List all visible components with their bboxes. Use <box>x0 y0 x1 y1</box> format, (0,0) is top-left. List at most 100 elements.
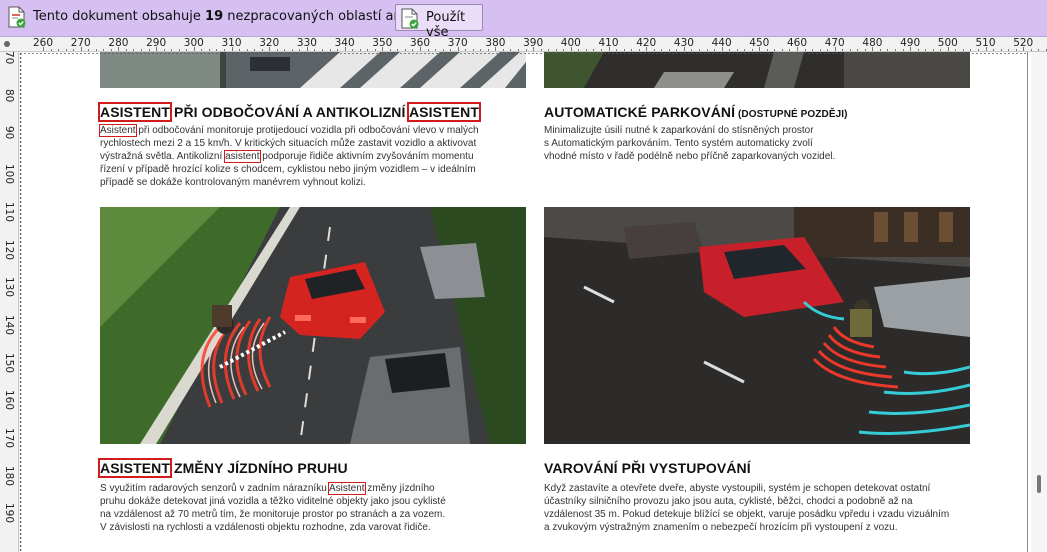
ruler-tick-mark <box>110 49 112 51</box>
parking-photo-top-right <box>544 52 970 88</box>
ruler-tick-mark <box>578 49 580 51</box>
ruler-tick-mark <box>857 49 859 51</box>
heading-auto-parking: AUTOMATICKÉ PARKOVÁNÍ (DOSTUPNÉ POZDĚJI) <box>544 104 848 120</box>
ruler-tick-mark <box>879 49 881 51</box>
paragraph-line: vzdálenost 35 m. Pokud detekuje blížící … <box>544 509 950 520</box>
paragraph-line: a zvukovým výstražným znamením o nebezpe… <box>544 522 898 533</box>
ruler-tick-label: 80 <box>3 88 15 103</box>
redaction-area[interactable]: Asistent <box>99 124 137 137</box>
ruler-tick-mark <box>925 49 927 51</box>
ruler-tick-mark <box>495 47 497 51</box>
vertical-scrollbar[interactable] <box>1031 52 1047 552</box>
ruler-tick-mark <box>902 49 904 51</box>
ruler-tick-mark <box>774 49 776 51</box>
ruler-tick-mark <box>864 49 866 51</box>
anonymization-infobar: Tento dokument obsahuje 19 nezpracovanýc… <box>0 0 1047 40</box>
ruler-tick-label: 190 <box>3 503 15 524</box>
ruler-tick-mark <box>721 47 723 51</box>
heading-text: AUTOMATICKÉ PARKOVÁNÍ <box>544 104 736 120</box>
ruler-tick-mark <box>510 49 512 51</box>
infobar-message-start: Tento dokument obsahuje <box>33 9 206 24</box>
ruler-tick-mark <box>103 49 105 51</box>
ruler-tick-label: 120 <box>3 239 15 260</box>
ruler-tick-mark <box>661 49 663 51</box>
paragraph-line: Asistent při odbočování monitoruje proti… <box>99 124 479 137</box>
ruler-tick-label: 100 <box>3 164 15 185</box>
ruler-tick-mark <box>940 49 942 51</box>
ruler-tick-mark <box>457 47 459 51</box>
ruler-tick-mark <box>178 49 180 51</box>
ruler-tick-mark <box>563 49 565 51</box>
ruler-tick-mark <box>442 49 444 51</box>
ruler-tick-mark <box>80 47 82 51</box>
ruler-tick-mark <box>465 49 467 51</box>
ruler-tick-mark <box>600 49 602 51</box>
paragraph-line: Minimalizujte úsilí nutné k zaparkování … <box>544 125 814 136</box>
ruler-tick-mark <box>623 49 625 51</box>
ruler-tick-mark <box>518 49 520 51</box>
heading-text: ZMĚNY JÍZDNÍHO PRUHU <box>170 460 348 476</box>
exit-warning-photo <box>544 207 970 444</box>
ruler-tick-mark <box>43 47 44 51</box>
document-check-icon <box>8 6 26 28</box>
ruler-tick-mark <box>1038 49 1040 51</box>
heading-lane-change: ASISTENT ZMĚNY JÍZDNÍHO PRUHU <box>97 458 348 478</box>
ruler-tick-mark <box>955 49 957 51</box>
scrollbar-thumb[interactable] <box>1037 475 1041 493</box>
ruler-tick-mark <box>646 47 648 51</box>
ruler-tick-mark <box>947 47 949 51</box>
ruler-tick-mark <box>1023 47 1025 51</box>
ruler-tick-mark <box>1000 49 1002 51</box>
line-text: výstražná světla. Antikolizní <box>100 151 226 162</box>
ruler-tick-label: 110 <box>3 201 15 222</box>
line-text: podporuje řidiče aktivním zvyšováním mom… <box>259 151 474 162</box>
ruler-tick-mark <box>736 49 738 51</box>
ruler-tick-mark <box>985 47 987 51</box>
apply-all-button[interactable]: Použít vše <box>395 4 483 40</box>
paragraph-turn-assist: Asistent při odbočování monitoruje proti… <box>99 124 479 189</box>
ruler-tick-mark <box>65 49 67 51</box>
ruler-tick-mark <box>186 49 188 51</box>
ruler-tick-mark <box>118 47 120 51</box>
ruler-tick-mark <box>631 49 633 51</box>
ruler-tick-label: 90 <box>3 126 15 140</box>
ruler-tick-mark <box>834 47 836 51</box>
paragraph-line: případě se dokáže kontrolovaným manévrem… <box>100 177 366 188</box>
ruler-tick-mark <box>887 49 889 51</box>
ruler-tick-mark <box>1030 49 1032 51</box>
ruler-tick-mark <box>284 49 286 51</box>
ruler-tick-mark <box>570 47 572 51</box>
ruler-tick-label: 70 <box>3 52 15 65</box>
redaction-area[interactable]: ASISTENT <box>97 102 173 122</box>
redaction-area[interactable]: ASISTENT <box>97 458 173 478</box>
horizontal-ruler[interactable]: 260 270 280 290 300 310 320 330 340 350 360 370 380 3… <box>0 37 1047 52</box>
ruler-tick-mark <box>397 49 399 51</box>
paragraph-line: s Automatickým parkováním. Tento systém … <box>544 138 813 149</box>
line-text: změny jízdního <box>364 483 435 494</box>
ruler-tick-mark <box>1015 49 1017 51</box>
vertical-ruler[interactable]: 70 80 90 100 110 120 130 140 150 160 170 180 190 <box>0 52 19 552</box>
ruler-tick-mark <box>744 49 746 51</box>
redaction-area[interactable]: ASISTENT <box>406 102 481 122</box>
ruler-tick-mark <box>420 47 421 51</box>
paragraph-line: S využitím radarových senzorů v zadním n… <box>100 482 446 495</box>
ruler-tick-mark <box>50 49 52 51</box>
ruler-tick-mark <box>993 49 995 51</box>
ruler-tick-mark <box>435 49 437 51</box>
ruler-tick-mark <box>329 49 331 51</box>
ruler-tick-mark <box>555 49 557 51</box>
apply-all-icon <box>401 8 419 29</box>
ruler-tick-mark <box>781 49 783 51</box>
paragraph-line: V závislosti na rychlosti a vzdálenosti … <box>100 522 431 533</box>
ruler-tick-mark <box>789 49 791 51</box>
paragraph-line: Když zastavíte a otevřete dveře, abyste … <box>544 483 931 494</box>
ruler-tick-mark <box>548 49 550 51</box>
paragraph-line: na vzdálenost až 70 metrů tím, že monito… <box>100 509 446 520</box>
redaction-area[interactable]: Asistent <box>328 482 366 495</box>
ruler-tick-mark <box>977 49 979 51</box>
paragraph-line: pruhu dokáže detekovat jiná vozidla a tě… <box>100 496 446 507</box>
heading-exit-warning: VAROVÁNÍ PŘI VYSTUPOVÁNÍ <box>544 460 751 476</box>
ruler-tick-mark <box>872 47 874 51</box>
ruler-tick-mark <box>676 49 678 51</box>
redaction-area[interactable]: asistent <box>224 150 261 163</box>
